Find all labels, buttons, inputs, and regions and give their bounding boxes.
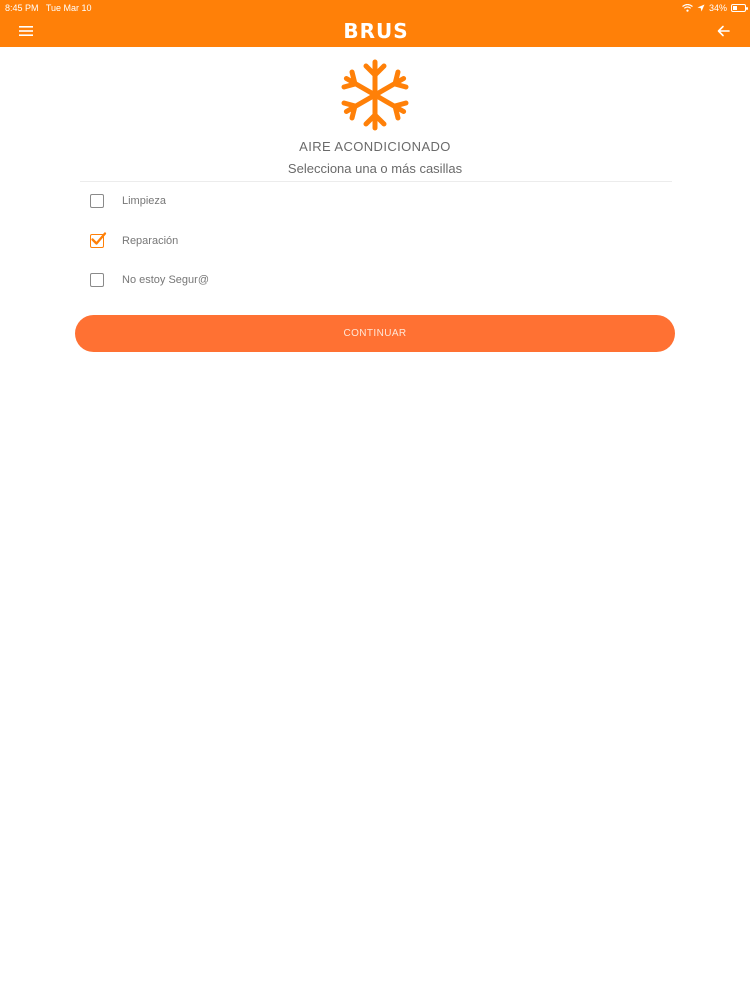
snowflake-icon	[341, 59, 409, 131]
battery-icon	[731, 4, 748, 12]
checkbox[interactable]	[90, 194, 104, 208]
hamburger-menu-icon[interactable]	[14, 20, 38, 42]
checkbox-checked[interactable]	[90, 232, 107, 248]
page-subtitle: Selecciona una o más casillas	[287, 161, 463, 176]
option-label: Reparación	[122, 235, 179, 247]
status-right: 34%	[682, 1, 748, 15]
checkmark-icon	[91, 232, 107, 245]
option-limpieza[interactable]: Limpieza	[88, 188, 648, 214]
page-title: AIRE ACONDICIONADO	[299, 139, 451, 154]
divider	[80, 181, 672, 182]
option-label: Limpieza	[122, 195, 167, 207]
status-time-date: 8:45 PM Tue Mar 10	[5, 1, 92, 15]
continue-button[interactable]: CONTINUAR	[75, 315, 675, 352]
location-icon	[697, 4, 705, 12]
status-date: Tue Mar 10	[45, 3, 92, 13]
app-header: 8:45 PM Tue Mar 10 34% BRUS	[0, 0, 750, 47]
battery-percent: 34%	[708, 3, 727, 13]
status-time: 8:45 PM	[5, 3, 39, 13]
option-no-estoy-seguro[interactable]: No estoy Segur@	[88, 267, 648, 293]
option-reparacion[interactable]: Reparación	[88, 228, 648, 254]
arrow-left-icon[interactable]	[712, 20, 736, 42]
status-bar: 8:45 PM Tue Mar 10 34%	[0, 0, 750, 14]
wifi-icon	[682, 4, 693, 12]
svg-text:BRUS: BRUS	[343, 19, 408, 43]
option-label: No estoy Segur@	[122, 274, 209, 286]
brus-logo: BRUS	[343, 19, 408, 43]
checkbox[interactable]	[90, 273, 104, 287]
